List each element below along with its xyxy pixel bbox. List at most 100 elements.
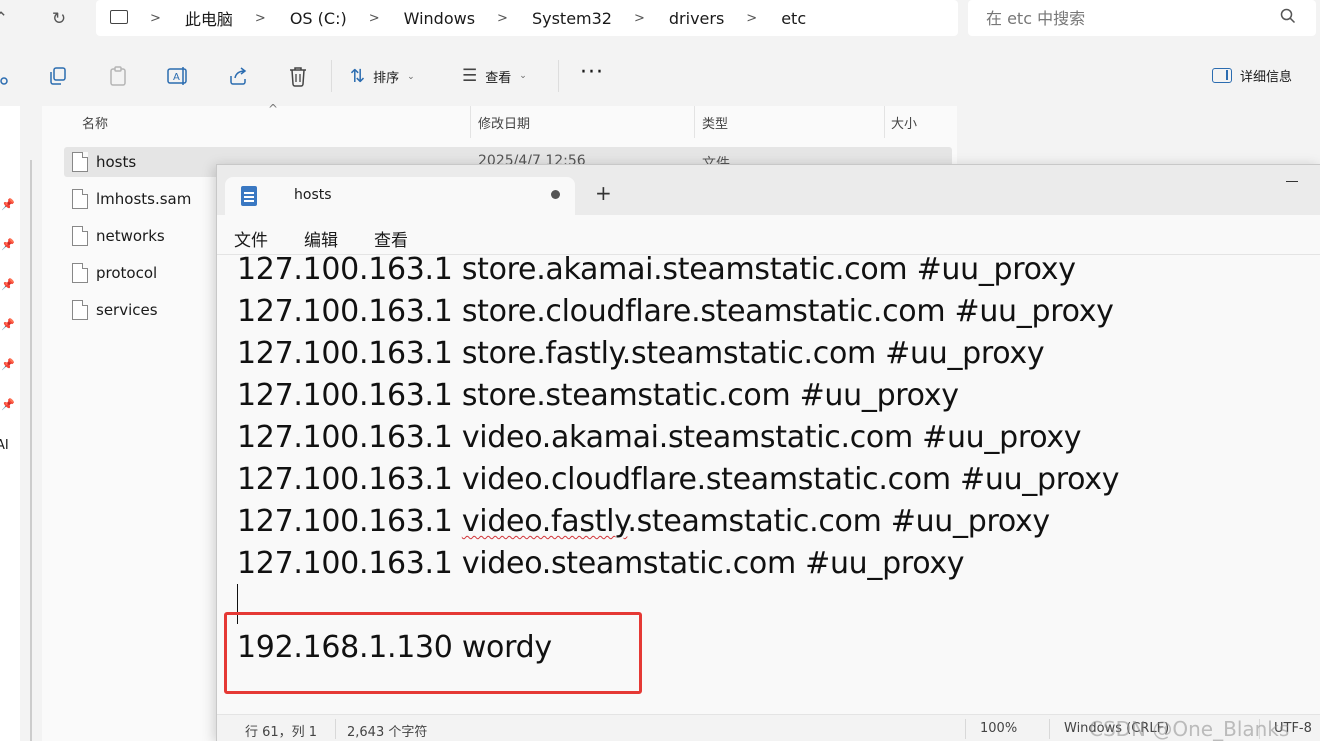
command-bar: A ⇅ 排序 ⌄ ☰ 查看 ⌄ ··· 详细信息 (0, 48, 1320, 104)
share-icon[interactable] (224, 62, 252, 90)
chevron-down-icon: ⌄ (407, 71, 415, 82)
file-icon (72, 300, 88, 320)
rename-icon[interactable]: A (164, 62, 192, 90)
tab-hosts[interactable]: hosts (225, 177, 575, 215)
file-icon (72, 226, 88, 246)
spellcheck-underlined-text: video.fastly (461, 504, 628, 539)
sort-icon: ⇅ (350, 66, 366, 87)
status-divider (1049, 719, 1050, 739)
column-divider[interactable] (470, 106, 471, 138)
file-name: protocol (96, 264, 158, 282)
delete-icon[interactable] (284, 62, 312, 90)
chevron-right-icon: > (633, 10, 645, 26)
file-icon (72, 152, 88, 172)
cut-icon[interactable] (0, 62, 14, 90)
sort-button[interactable]: ⇅ 排序 ⌄ (350, 66, 415, 87)
file-name: hosts (96, 153, 137, 171)
computer-icon (110, 10, 128, 24)
pin-icon[interactable]: 📌 (1, 198, 15, 211)
menu-file[interactable]: 文件 (234, 226, 268, 251)
ip-address: 127.100.163.1 (237, 504, 462, 539)
sidebar-item-fragment[interactable]: AI (0, 438, 9, 453)
notepad-icon (241, 186, 257, 206)
search-input[interactable] (986, 8, 1276, 28)
copy-icon[interactable] (44, 62, 72, 90)
column-header-name[interactable]: 名称 (82, 113, 108, 132)
pin-icon[interactable]: 📌 (1, 398, 15, 411)
file-name: lmhosts.sam (96, 190, 192, 208)
text-line: 127.100.163.1 store.cloudflare.steamstat… (237, 294, 1114, 329)
pin-icon[interactable]: 📌 (1, 318, 15, 331)
search-icon[interactable] (1280, 8, 1296, 28)
chevron-right-icon: > (746, 10, 758, 26)
status-divider (965, 719, 966, 739)
breadcrumb-item-os-c[interactable]: OS (C:) (290, 9, 347, 28)
details-pane-icon (1212, 68, 1232, 83)
menu-edit[interactable]: 编辑 (304, 226, 338, 251)
tab-title: hosts (294, 187, 332, 203)
details-pane-label: 详细信息 (1240, 70, 1293, 85)
text-line: 127.100.163.1 store.fastly.steamstatic.c… (237, 336, 1045, 371)
chevron-right-icon: > (368, 10, 380, 26)
file-icon (72, 189, 88, 209)
breadcrumb-item-etc[interactable]: etc (781, 9, 806, 28)
address-bar-row: ⌃ ↻ > 此电脑 > OS (C:) > Windows > System32… (0, 0, 1320, 40)
svg-text:A: A (173, 72, 180, 83)
text-line: 127.100.163.1 video.akamai.steamstatic.c… (237, 420, 1082, 455)
column-divider[interactable] (884, 106, 885, 138)
pin-icon[interactable]: 📌 (1, 278, 15, 291)
status-divider (335, 719, 336, 739)
watermark: CSDN @One_Blanks (1089, 717, 1290, 741)
sort-label: 排序 (373, 71, 400, 86)
notepad-statusbar: 行 61，列 1 2,643 个字符 100% Windows (CRLF) U… (217, 714, 1320, 741)
notepad-menubar: 文件 编辑 查看 (217, 215, 1320, 255)
breadcrumb-item-windows[interactable]: Windows (404, 9, 475, 28)
status-zoom[interactable]: 100% (980, 721, 1017, 736)
column-header-modified[interactable]: 修改日期 (478, 113, 530, 132)
pane-splitter[interactable] (30, 160, 32, 741)
text-line: 127.100.163.1 store.steamstatic.com #uu_… (237, 378, 959, 413)
breadcrumb-item-this-pc[interactable]: 此电脑 (185, 6, 233, 30)
notepad-titlebar[interactable]: hosts + (217, 165, 1320, 215)
text-line: 127.100.163.1 video.cloudflare.steamstat… (237, 462, 1120, 497)
refresh-icon[interactable]: ↻ (44, 6, 74, 32)
column-header-type[interactable]: 类型 (702, 113, 728, 132)
new-tab-icon[interactable]: + (595, 183, 612, 203)
up-arrow-icon[interactable]: ⌃ (0, 6, 16, 32)
minimize-icon[interactable] (1286, 181, 1298, 182)
file-name: networks (96, 227, 165, 245)
details-pane-button[interactable]: 详细信息 (1212, 66, 1292, 85)
breadcrumb-item-system32[interactable]: System32 (532, 9, 612, 28)
chevron-right-icon: > (497, 10, 508, 26)
notepad-window: hosts + 文件 编辑 查看 127.100.163.1 store.aka… (216, 164, 1320, 741)
sort-ascending-icon: ^ (268, 102, 279, 116)
status-cursor-position: 行 61，列 1 (245, 725, 318, 740)
breadcrumb[interactable]: > 此电脑 > OS (C:) > Windows > System32 > d… (96, 0, 958, 36)
paste-icon[interactable] (104, 62, 132, 90)
navigation-pane: 📌 📌 📌 📌 📌 📌 AI (0, 106, 20, 741)
text-line: 127.100.163.1 video.steamstatic.com #uu_… (237, 546, 965, 581)
column-header-size[interactable]: 大小 (891, 113, 917, 132)
pin-icon[interactable]: 📌 (1, 358, 15, 371)
pin-icon[interactable]: 📌 (1, 238, 15, 251)
unsaved-dot-icon[interactable] (551, 190, 560, 199)
more-options-icon[interactable]: ··· (580, 60, 604, 85)
red-highlight-box (224, 612, 642, 694)
file-name: services (96, 301, 158, 319)
chevron-down-icon: ⌄ (519, 71, 527, 81)
view-label: 查看 (485, 70, 512, 86)
view-list-icon: ☰ (462, 66, 478, 86)
text-line: 127.100.163.1 video.fastly.steamstatic.c… (237, 504, 1050, 540)
line-remainder: .steamstatic.com #uu_proxy (627, 504, 1050, 539)
menu-view[interactable]: 查看 (374, 226, 408, 251)
view-button[interactable]: ☰ 查看 ⌄ (462, 66, 527, 86)
text-editor[interactable]: 127.100.163.1 store.akamai.steamstatic.c… (217, 255, 1320, 712)
toolbar-divider (331, 60, 332, 92)
text-line: 127.100.163.1 store.akamai.steamstatic.c… (237, 255, 1076, 287)
file-icon (72, 263, 88, 283)
column-divider[interactable] (694, 106, 695, 138)
toolbar-divider (558, 60, 559, 92)
breadcrumb-item-drivers[interactable]: drivers (669, 9, 724, 28)
search-box[interactable] (968, 0, 1316, 36)
chevron-right-icon: > (254, 10, 266, 26)
